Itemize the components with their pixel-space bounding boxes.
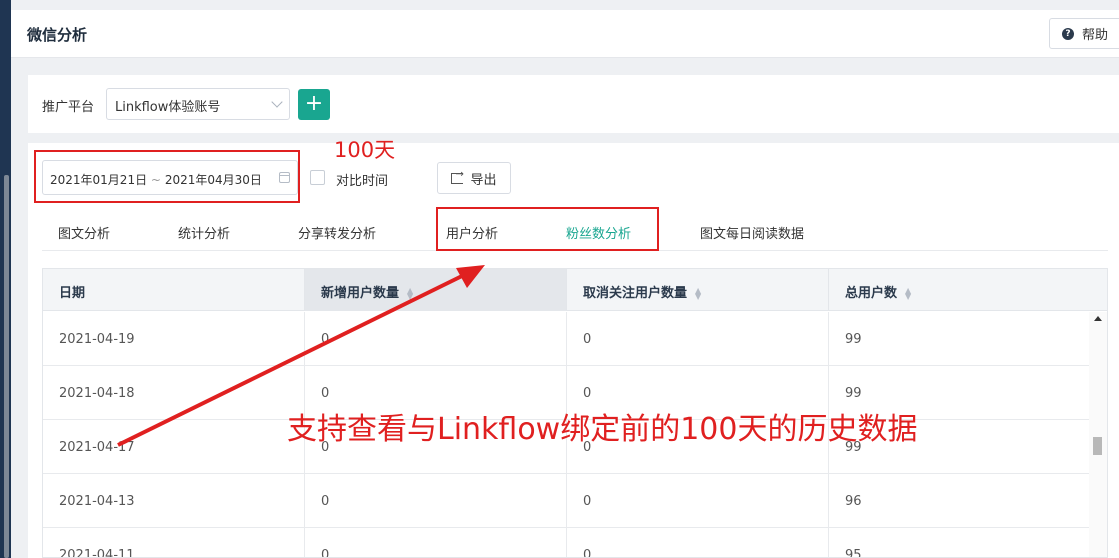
export-icon — [451, 169, 464, 184]
platform-selected-value: Linkflow体验账号 — [115, 100, 221, 115]
tab-daily-reading[interactable]: 图文每日阅读数据 — [700, 223, 804, 242]
table-row: 2021-04-19 0 0 99 — [43, 312, 1091, 366]
main-panel: 2021年01月21日 ~ 2021年04月30日 对比时间 导出 图文分析 统… — [28, 143, 1119, 558]
tab-share-analysis[interactable]: 分享转发分析 — [298, 223, 376, 242]
cell-new-users: 0 — [305, 474, 567, 528]
column-header-unfollow[interactable]: 取消关注用户数量 ▲ ▼ — [567, 269, 829, 311]
compare-time-label: 对比时间 — [336, 174, 389, 189]
compare-time-checkbox[interactable] — [310, 170, 325, 185]
annotation-days-note: 100天 — [334, 138, 396, 162]
sidebar-scrollbar[interactable] — [4, 175, 9, 558]
sort-icon: ▲ ▼ — [695, 285, 702, 301]
add-platform-button[interactable]: + — [298, 89, 330, 120]
annotation-tab-box — [436, 207, 659, 251]
cell-total-users: 99 — [845, 332, 862, 347]
tab-article-analysis[interactable]: 图文分析 — [58, 223, 110, 242]
cell-date: 2021-04-19 — [43, 312, 305, 366]
table-header: 日期 新增用户数量 ▲ ▼ 取消关注用户数量 ▲ ▼ 总用户数 ▲ ▼ — [43, 269, 1107, 311]
page-title: 微信分析 — [27, 26, 88, 44]
export-label: 导出 — [470, 172, 497, 188]
cell-total-users: 96 — [845, 494, 862, 509]
column-header-date[interactable]: 日期 — [43, 269, 305, 311]
cell-new-users: 0 — [305, 312, 567, 366]
page-header: 微信分析 ? 帮助 — [11, 10, 1119, 58]
sort-icon: ▲ ▼ — [407, 285, 414, 301]
platform-label: 推广平台 — [42, 100, 95, 115]
table-row: 2021-04-11 0 0 95 — [43, 528, 1091, 558]
cell-date: 2021-04-18 — [43, 366, 305, 420]
cell-date: 2021-04-17 — [43, 420, 305, 474]
plus-icon: + — [304, 91, 324, 116]
cell-unfollow: 0 — [567, 528, 829, 557]
help-label: 帮助 — [1082, 28, 1109, 43]
table-scrollbar[interactable] — [1089, 312, 1107, 557]
chevron-down-icon — [271, 96, 283, 108]
column-header-new-users[interactable]: 新增用户数量 ▲ ▼ — [305, 269, 567, 311]
sort-icon: ▲ ▼ — [905, 285, 912, 301]
platform-select[interactable]: Linkflow体验账号 — [106, 88, 290, 120]
annotation-date-box — [34, 150, 300, 203]
tab-statistics-analysis[interactable]: 统计分析 — [178, 223, 230, 242]
help-button[interactable]: ? 帮助 — [1049, 18, 1119, 49]
scroll-up-icon[interactable] — [1094, 316, 1102, 321]
cell-unfollow: 0 — [567, 474, 829, 528]
platform-panel: 推广平台 Linkflow体验账号 + — [28, 75, 1119, 133]
cell-unfollow: 0 — [567, 312, 829, 366]
column-header-total-users[interactable]: 总用户数 ▲ ▼ — [829, 269, 1107, 311]
table-row: 2021-04-13 0 0 96 — [43, 474, 1091, 528]
annotation-main-note: 支持查看与Linkflow绑定前的100天的历史数据 — [287, 412, 918, 447]
cell-total-users: 95 — [845, 548, 862, 558]
cell-new-users: 0 — [305, 528, 567, 557]
cell-date: 2021-04-11 — [43, 528, 305, 557]
scrollbar-thumb[interactable] — [1093, 437, 1102, 455]
cell-date: 2021-04-13 — [43, 474, 305, 528]
question-icon: ? — [1062, 27, 1074, 40]
export-button[interactable]: 导出 — [437, 162, 511, 194]
